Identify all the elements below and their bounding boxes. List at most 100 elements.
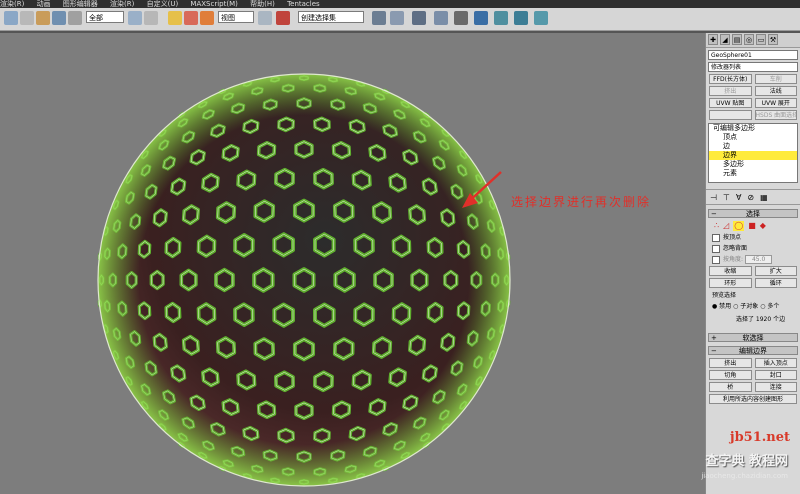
- align-icon[interactable]: [390, 11, 404, 25]
- unlink-icon[interactable]: [52, 11, 66, 25]
- modify-tab-icon[interactable]: ◢: [720, 34, 730, 45]
- bind-spacewarp-icon[interactable]: [68, 11, 82, 25]
- curve-editor-icon[interactable]: [454, 11, 468, 25]
- menu-item-tentacles[interactable]: Tentacles: [287, 0, 320, 8]
- loop-button[interactable]: 循环: [754, 278, 797, 288]
- perspective-viewport[interactable]: 选择边界进行再次删除: [0, 33, 705, 494]
- command-panel-tabs: ✚ ◢ ▤ ◎ ▭ ⚒: [706, 33, 800, 48]
- stack-controls: ⊣ ⊤ ∀ ⊘ ▦: [706, 189, 800, 205]
- show-end-result-icon[interactable]: ⊤: [723, 193, 730, 202]
- angle-spinner[interactable]: 45.0: [744, 255, 773, 264]
- undo-icon[interactable]: [4, 11, 18, 25]
- modifier-list-dropdown[interactable]: 修改器列表: [708, 62, 798, 72]
- configure-sets-icon[interactable]: ▦: [760, 193, 768, 202]
- insert-vertex-button[interactable]: 插入顶点: [754, 358, 797, 368]
- cap-button[interactable]: 封口: [754, 370, 797, 380]
- uvw-map-button[interactable]: UVW 贴图: [709, 98, 752, 108]
- menu-item-animation[interactable]: 动画: [37, 0, 51, 8]
- hsds-button[interactable]: HSDS 曲面选择: [754, 110, 797, 120]
- normal-modifier-button[interactable]: 法线: [754, 86, 797, 96]
- select-by-name-icon[interactable]: [144, 11, 158, 25]
- object-name-field[interactable]: GeoSphere01: [708, 50, 798, 60]
- selection-filter-dropdown[interactable]: 全部: [86, 11, 124, 23]
- selection-rollout-header[interactable]: − 选择: [708, 209, 798, 218]
- reference-coordinate-dropdown[interactable]: 视图: [218, 11, 254, 23]
- border-mode-icon[interactable]: ◯: [733, 221, 745, 231]
- element-mode-icon[interactable]: ◆: [760, 221, 766, 231]
- menu-item-help[interactable]: 帮助(H): [250, 0, 275, 8]
- link-icon[interactable]: [36, 11, 50, 25]
- snap-toggle-icon[interactable]: [276, 11, 290, 25]
- lathe-button[interactable]: 车削: [754, 74, 797, 84]
- utilities-tab-icon[interactable]: ⚒: [768, 34, 778, 45]
- menu-item-customize[interactable]: 自定义(U): [147, 0, 179, 8]
- stack-item-vertex[interactable]: 顶点: [709, 133, 797, 142]
- watermark-title: 查字典 教程网: [705, 454, 788, 469]
- motion-tab-icon[interactable]: ◎: [744, 34, 754, 45]
- material-editor-icon[interactable]: [474, 11, 488, 25]
- vertex-mode-icon[interactable]: ∴: [714, 221, 719, 231]
- select-scale-icon[interactable]: [200, 11, 214, 25]
- edit-borders-rollout-header[interactable]: − 编辑边界: [708, 346, 798, 355]
- stack-root-editable-poly[interactable]: 可编辑多边形: [709, 124, 797, 133]
- render-teapot-icon[interactable]: [534, 11, 548, 25]
- extrude-border-button[interactable]: 挤出: [709, 358, 752, 368]
- annotation-text: 选择边界进行再次删除: [511, 195, 652, 209]
- menu-item-render[interactable]: 渲染(R): [110, 0, 134, 8]
- site-watermark: jb51.net 查字典 教程网 jiaocheng.chazidian.com: [656, 422, 796, 492]
- grow-button[interactable]: 扩大: [754, 266, 797, 276]
- main-toolbar: 全部 视图 创建选择集: [0, 8, 800, 31]
- stack-item-edge[interactable]: 边: [709, 142, 797, 151]
- hierarchy-tab-icon[interactable]: ▤: [732, 34, 742, 45]
- remove-modifier-icon[interactable]: ⊘: [747, 193, 754, 202]
- create-tab-icon[interactable]: ✚: [708, 34, 718, 45]
- layer-manager-icon[interactable]: [412, 11, 426, 25]
- extrude-modifier-button[interactable]: 挤出: [709, 86, 752, 96]
- stack-item-border[interactable]: 边界: [709, 151, 797, 160]
- multi-radio[interactable]: ○ 多个: [760, 303, 779, 310]
- soft-selection-rollout-header[interactable]: + 软选择: [708, 333, 798, 342]
- chamfer-button[interactable]: 切角: [709, 370, 752, 380]
- subobject-radio[interactable]: ○ 子对象: [733, 303, 758, 310]
- by-angle-checkbox[interactable]: 按角度: 45.0: [712, 255, 800, 264]
- select-rotate-icon[interactable]: [184, 11, 198, 25]
- menu-item-graph-editors[interactable]: 图形编辑器: [63, 0, 98, 8]
- watermark-url: jiaocheng.chazidian.com: [701, 472, 788, 480]
- make-unique-icon[interactable]: ∀: [736, 193, 741, 202]
- create-shape-button[interactable]: 利用所选内容创建图形: [709, 394, 797, 404]
- display-tab-icon[interactable]: ▭: [756, 34, 766, 45]
- ring-button[interactable]: 环形: [709, 278, 752, 288]
- ignore-backfacing-checkbox[interactable]: 忽略背面: [712, 244, 800, 253]
- preview-selection-label: 预览选择: [712, 292, 737, 299]
- polygon-mode-icon[interactable]: ■: [748, 221, 756, 231]
- sphere-rim: [98, 74, 510, 486]
- stack-item-element[interactable]: 元素: [709, 169, 797, 178]
- selection-count-text: 选择了 1920 个边: [736, 316, 786, 323]
- graphite-tools-icon[interactable]: [434, 11, 448, 25]
- empty-modifier-button[interactable]: [709, 110, 752, 120]
- uvw-unwrap-button[interactable]: UVW 展开: [754, 98, 797, 108]
- rendered-frame-icon[interactable]: [514, 11, 528, 25]
- disable-radio[interactable]: ● 禁用: [712, 303, 731, 310]
- select-object-icon[interactable]: [128, 11, 142, 25]
- pivot-center-icon[interactable]: [258, 11, 272, 25]
- named-selection-sets-field[interactable]: 创建选择集: [298, 11, 364, 23]
- render-setup-icon[interactable]: [494, 11, 508, 25]
- geosphere-mesh: [97, 73, 511, 487]
- stack-item-polygon[interactable]: 多边形: [709, 160, 797, 169]
- mirror-icon[interactable]: [372, 11, 386, 25]
- redo-icon[interactable]: [20, 11, 34, 25]
- by-vertex-checkbox[interactable]: 按顶点: [712, 233, 800, 242]
- menu-item-maxscript[interactable]: MAXScript(M): [190, 0, 237, 8]
- bridge-button[interactable]: 桥: [709, 382, 752, 392]
- select-move-icon[interactable]: [168, 11, 182, 25]
- menu-bar: 渲染(R) 动画 图形编辑器 渲染(R) 自定义(U) MAXScript(M)…: [0, 0, 800, 8]
- pin-stack-icon[interactable]: ⊣: [710, 193, 717, 202]
- edge-mode-icon[interactable]: ◿: [723, 221, 729, 231]
- menu-item-rendering[interactable]: 渲染(R): [0, 0, 24, 8]
- ffd-box-button[interactable]: FFD(长方体): [709, 74, 752, 84]
- preview-selection-options: ● 禁用 ○ 子对象 ○ 多个: [712, 301, 800, 310]
- connect-button[interactable]: 连接: [754, 382, 797, 392]
- modifier-stack: 可编辑多边形 顶点 边 边界 多边形 元素: [708, 123, 798, 183]
- shrink-button[interactable]: 收缩: [709, 266, 752, 276]
